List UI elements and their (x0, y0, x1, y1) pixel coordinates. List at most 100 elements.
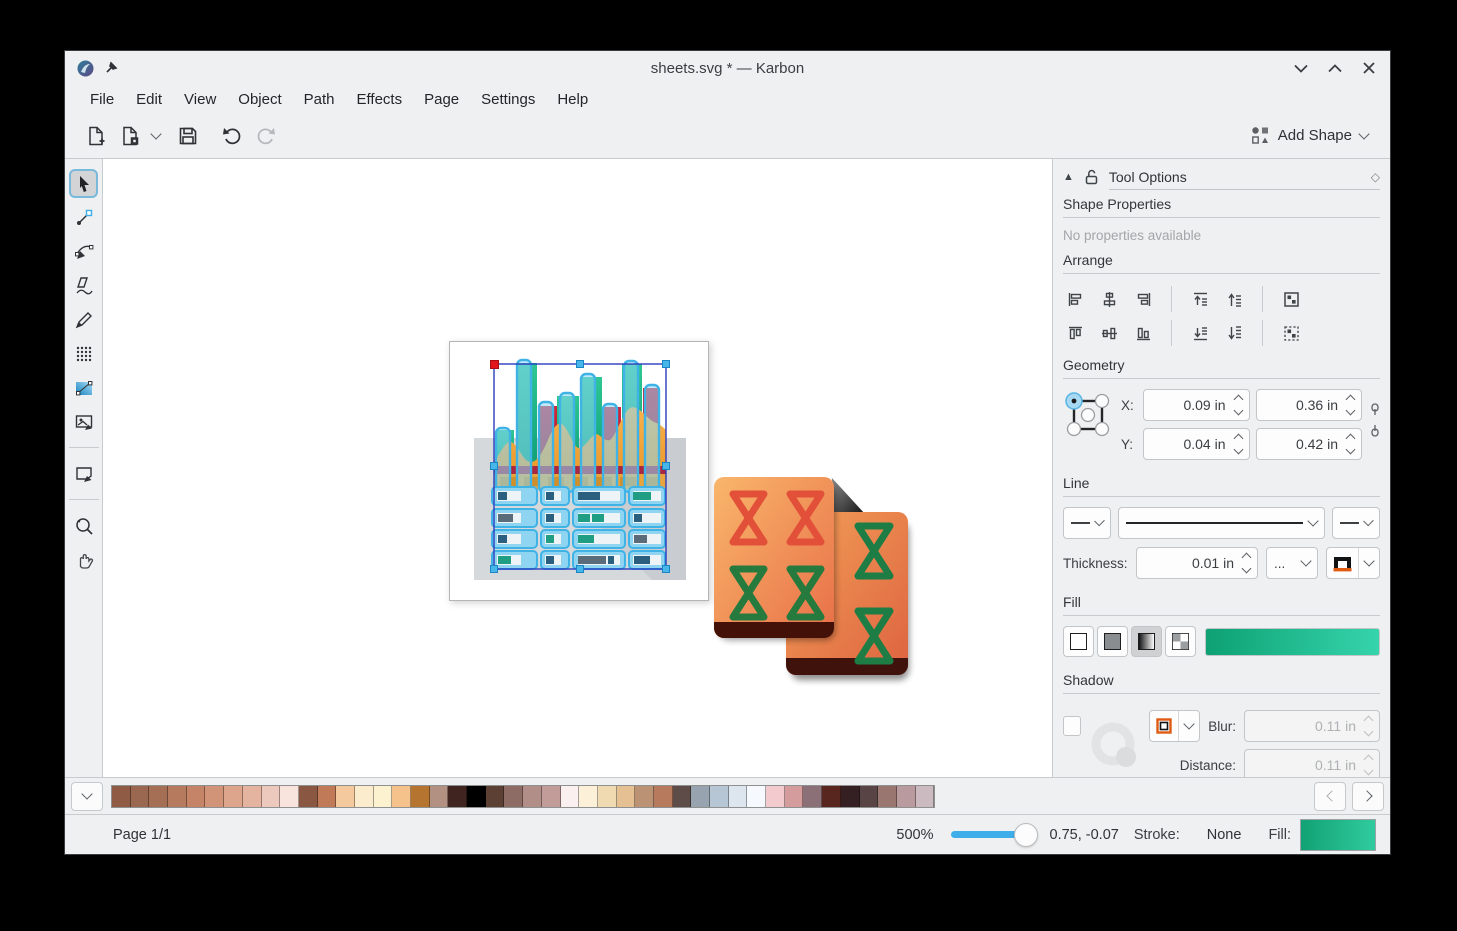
palette-swatch[interactable] (355, 786, 374, 807)
palette-swatch[interactable] (112, 786, 131, 807)
menu-view[interactable]: View (173, 88, 227, 111)
palette-swatch[interactable] (205, 786, 224, 807)
menu-object[interactable]: Object (227, 88, 292, 111)
anchor-selector[interactable] (1063, 389, 1113, 441)
palette-swatch[interactable] (598, 786, 617, 807)
lower-to-bottom-button[interactable] (1188, 321, 1212, 345)
tool-calligraphy[interactable] (69, 271, 98, 300)
tool-zoom[interactable] (69, 511, 98, 540)
fill-color-indicator[interactable] (1300, 819, 1376, 851)
tool-select[interactable] (69, 169, 98, 198)
blur-spinbox[interactable]: 0.11 in (1244, 710, 1380, 742)
palette-swatch[interactable] (430, 786, 449, 807)
ungroup-button[interactable] (1279, 321, 1303, 345)
titlebar[interactable]: sheets.svg * — Karbon (65, 51, 1390, 85)
palette-swatch[interactable] (916, 786, 935, 807)
height-spinbox[interactable]: 0.42 in (1256, 428, 1363, 460)
palette-swatch[interactable] (467, 786, 486, 807)
redo-button[interactable] (249, 119, 283, 153)
palette-swatch[interactable] (486, 786, 505, 807)
palette-swatch[interactable] (168, 786, 187, 807)
document-page[interactable] (449, 341, 709, 601)
palette-swatch[interactable] (448, 786, 467, 807)
tool-gradient[interactable] (69, 373, 98, 402)
tool-page-edit[interactable] (69, 459, 98, 488)
menu-file[interactable]: File (79, 88, 125, 111)
palette-swatch[interactable] (635, 786, 654, 807)
thickness-spinbox[interactable]: 0.01 in (1136, 547, 1258, 579)
stroke-value[interactable]: None (1207, 827, 1242, 843)
palette-swatch[interactable] (523, 786, 542, 807)
palette-swatch[interactable] (785, 786, 804, 807)
line-join-select[interactable] (1326, 547, 1380, 579)
align-left-button[interactable] (1063, 287, 1087, 311)
float-icon[interactable]: ◇ (1371, 170, 1380, 184)
minimize-icon[interactable] (1292, 59, 1310, 77)
palette-swatch[interactable] (617, 786, 636, 807)
width-spinbox[interactable]: 0.36 in (1256, 389, 1363, 421)
tool-pencil[interactable] (69, 305, 98, 334)
palette-swatch[interactable] (131, 786, 150, 807)
lock-icon[interactable] (1084, 169, 1099, 185)
palette-swatch[interactable] (374, 786, 393, 807)
palette-swatch[interactable] (710, 786, 729, 807)
shadow-angle-selector[interactable] (1089, 720, 1141, 777)
undo-button[interactable] (215, 119, 249, 153)
align-top-button[interactable] (1063, 321, 1087, 345)
palette-swatch[interactable] (878, 786, 897, 807)
palette-swatch[interactable] (729, 786, 748, 807)
zoom-slider-knob[interactable] (1014, 823, 1038, 847)
palette-swatch[interactable] (673, 786, 692, 807)
fill-gradient-button[interactable] (1131, 626, 1162, 657)
add-shape-button[interactable]: Add Shape (1243, 122, 1376, 149)
palette-swatch[interactable] (860, 786, 879, 807)
palette-swatch[interactable] (392, 786, 411, 807)
collapse-icon[interactable]: ▲ (1063, 171, 1074, 183)
menu-help[interactable]: Help (546, 88, 599, 111)
palette-swatch[interactable] (579, 786, 598, 807)
new-document-button[interactable] (79, 119, 113, 153)
raise-to-top-button[interactable] (1188, 287, 1212, 311)
canvas[interactable] (103, 159, 1052, 777)
distance-spinbox[interactable]: 0.11 in (1244, 749, 1380, 777)
palette-swatch[interactable] (262, 786, 281, 807)
miter-limit-select[interactable]: ... (1266, 547, 1318, 579)
palette-swatch[interactable] (822, 786, 841, 807)
tool-pan[interactable] (69, 545, 98, 574)
raise-button[interactable] (1222, 287, 1246, 311)
tool-pattern[interactable] (69, 339, 98, 368)
palette-swatch[interactable] (766, 786, 785, 807)
palette-swatch[interactable] (280, 786, 299, 807)
palette-swatch[interactable] (803, 786, 822, 807)
align-hcenter-button[interactable] (1097, 287, 1121, 311)
palette-swatch[interactable] (149, 786, 168, 807)
menu-effects[interactable]: Effects (346, 88, 414, 111)
open-document-button[interactable] (113, 119, 147, 153)
fill-none-button[interactable] (1063, 626, 1094, 657)
lower-button[interactable] (1222, 321, 1246, 345)
palette-swatch[interactable] (504, 786, 523, 807)
palette-swatch[interactable] (411, 786, 430, 807)
maximize-icon[interactable] (1326, 59, 1344, 77)
x-spinbox[interactable]: 0.09 in (1143, 389, 1250, 421)
palette-swatch[interactable] (691, 786, 710, 807)
palette-swatch[interactable] (747, 786, 766, 807)
menu-path[interactable]: Path (293, 88, 346, 111)
shadow-checkbox[interactable] (1063, 716, 1081, 736)
palette-swatch[interactable] (224, 786, 243, 807)
palette-swatch[interactable] (187, 786, 206, 807)
fill-pattern-button[interactable] (1165, 626, 1196, 657)
link-aspect-icon[interactable] (1370, 424, 1380, 437)
align-bottom-button[interactable] (1131, 321, 1155, 345)
group-button[interactable] (1279, 287, 1303, 311)
fill-solid-button[interactable] (1097, 626, 1128, 657)
palette-swatch[interactable] (318, 786, 337, 807)
palette-swatch[interactable] (542, 786, 561, 807)
sheets-artwork[interactable] (701, 464, 919, 696)
menu-page[interactable]: Page (413, 88, 470, 111)
palette-swatch[interactable] (654, 786, 673, 807)
shadow-color-select[interactable] (1149, 710, 1200, 742)
line-start-marker-select[interactable] (1063, 507, 1111, 539)
close-icon[interactable] (1360, 59, 1378, 77)
link-aspect-icon[interactable] (1370, 403, 1380, 416)
